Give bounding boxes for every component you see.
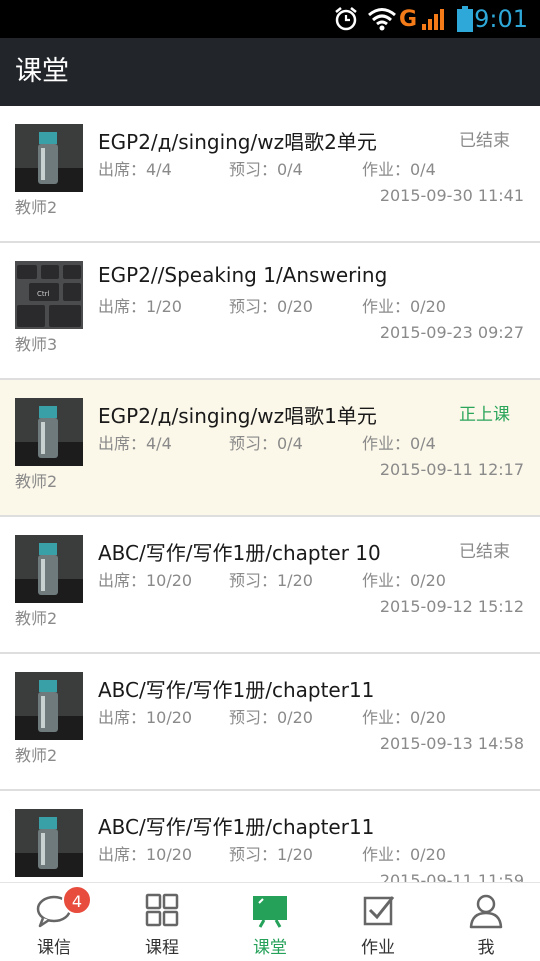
tab-homework[interactable]: 作业: [324, 883, 432, 961]
attendance-stat: 出席：10/20: [98, 708, 193, 727]
course-title: ABC/写作/写作1册/chapter11: [98, 815, 375, 839]
status-badge: 正上课: [459, 405, 510, 425]
session-time: 2015-09-11 11:59: [379, 871, 524, 882]
session-list[interactable]: 教师2 EGP2/д/singing/wz唱歌2单元 已结束 出席：4/4 预习…: [0, 106, 540, 882]
session-row[interactable]: 教师2 ABC/写作/写作1册/chapter 10 已结束 出席：10/20 …: [0, 517, 540, 654]
teacher-avatar: [15, 535, 83, 603]
tab-label: 作业: [361, 938, 395, 958]
session-row[interactable]: ABC/写作/写作1册/chapter11 出席：10/20 预习：1/20 作…: [0, 791, 540, 882]
teacher-name: 教师2: [15, 472, 58, 491]
session-stats: 出席：1/20 预习：0/20 作业：0/20: [98, 293, 518, 317]
session-time: 2015-09-30 11:41: [379, 186, 524, 205]
session-row[interactable]: 教师2 EGP2/д/singing/wz唱歌2单元 已结束 出席：4/4 预习…: [0, 106, 540, 243]
attendance-stat: 出席：10/20: [98, 845, 193, 864]
alarm-icon: [333, 0, 359, 38]
battery-icon: [456, 0, 474, 38]
homework-stat: 作业：0/20: [362, 571, 446, 590]
homework-stat: 作业：0/4: [362, 160, 436, 179]
preview-stat: 预习：0/20: [229, 708, 313, 727]
course-title: ABC/写作/写作1册/chapter11: [98, 678, 375, 702]
signal-icon: [420, 0, 446, 38]
status-badge: 已结束: [459, 542, 510, 562]
teacher-name: 教师2: [15, 198, 58, 217]
session-row-active[interactable]: 教师2 EGP2/д/singing/wz唱歌1单元 正上课 出席：4/4 预习…: [0, 380, 540, 517]
course-title: EGP2//Speaking 1/Answering: [98, 263, 388, 287]
tab-label: 课堂: [253, 938, 287, 958]
homework-stat: 作业：0/20: [362, 845, 446, 864]
status-badge: 已结束: [459, 131, 510, 151]
session-time: 2015-09-23 09:27: [379, 323, 524, 342]
network-type-label: G: [399, 6, 418, 32]
session-stats: 出席：4/4 预习：0/4 作业：0/4: [98, 156, 518, 180]
unread-badge: 4: [62, 885, 92, 915]
tab-classroom[interactable]: 课堂: [216, 883, 324, 961]
teacher-avatar: [15, 124, 83, 192]
session-stats: 出席：10/20 预习：1/20 作业：0/20: [98, 567, 518, 591]
attendance-stat: 出席：4/4: [98, 160, 172, 179]
session-time: 2015-09-11 12:17: [379, 460, 524, 479]
tab-label: 我: [477, 938, 495, 958]
homework-stat: 作业：0/4: [362, 434, 436, 453]
teacher-avatar: Ctrl: [15, 261, 83, 329]
status-bar: G 9:01: [0, 0, 540, 38]
bottom-tab-bar: 4 课信 课程 课堂 作业 我: [0, 882, 540, 960]
homework-stat: 作业：0/20: [362, 297, 446, 316]
session-time: 2015-09-12 15:12: [379, 597, 524, 616]
preview-stat: 预习：1/20: [229, 845, 313, 864]
user-icon: [466, 893, 506, 929]
teacher-avatar: [15, 398, 83, 466]
course-title: EGP2/д/singing/wz唱歌2单元: [98, 130, 377, 154]
teacher-name: 教师3: [15, 335, 58, 354]
preview-stat: 预习：0/4: [229, 434, 303, 453]
attendance-stat: 出席：4/4: [98, 434, 172, 453]
teacher-name: 教师2: [15, 609, 58, 628]
tab-me[interactable]: 我: [432, 883, 540, 961]
attendance-stat: 出席：10/20: [98, 571, 193, 590]
tab-label: 课程: [145, 938, 179, 958]
tab-courses[interactable]: 课程: [108, 883, 216, 961]
session-stats: 出席：4/4 预习：0/4 作业：0/4: [98, 430, 518, 454]
preview-stat: 预习：1/20: [229, 571, 313, 590]
homework-check-icon: [358, 893, 398, 929]
preview-stat: 预习：0/20: [229, 297, 313, 316]
course-title: ABC/写作/写作1册/chapter 10: [98, 541, 381, 565]
svg-text:Ctrl: Ctrl: [37, 290, 50, 298]
teacher-name: 教师2: [15, 746, 58, 765]
app-header: 课堂: [0, 38, 540, 106]
attendance-stat: 出席：1/20: [98, 297, 182, 316]
homework-stat: 作业：0/20: [362, 708, 446, 727]
status-time: 9:01: [474, 5, 528, 33]
preview-stat: 预习：0/4: [229, 160, 303, 179]
session-time: 2015-09-13 14:58: [379, 734, 524, 753]
tab-messages[interactable]: 4 课信: [0, 883, 108, 961]
session-stats: 出席：10/20 预习：0/20 作业：0/20: [98, 704, 518, 728]
page-title: 课堂: [15, 56, 69, 87]
grid-icon: [142, 893, 182, 929]
session-row[interactable]: 教师2 ABC/写作/写作1册/chapter11 出席：10/20 预习：0/…: [0, 654, 540, 791]
course-title: EGP2/д/singing/wz唱歌1单元: [98, 404, 377, 428]
session-row[interactable]: Ctrl 教师3 EGP2//Speaking 1/Answering 出席：1…: [0, 243, 540, 380]
tab-label: 课信: [37, 938, 71, 958]
classroom-icon: [250, 893, 290, 929]
teacher-avatar: [15, 809, 83, 877]
teacher-avatar: [15, 672, 83, 740]
session-stats: 出席：10/20 预习：1/20 作业：0/20: [98, 841, 518, 865]
wifi-icon: [367, 0, 397, 38]
